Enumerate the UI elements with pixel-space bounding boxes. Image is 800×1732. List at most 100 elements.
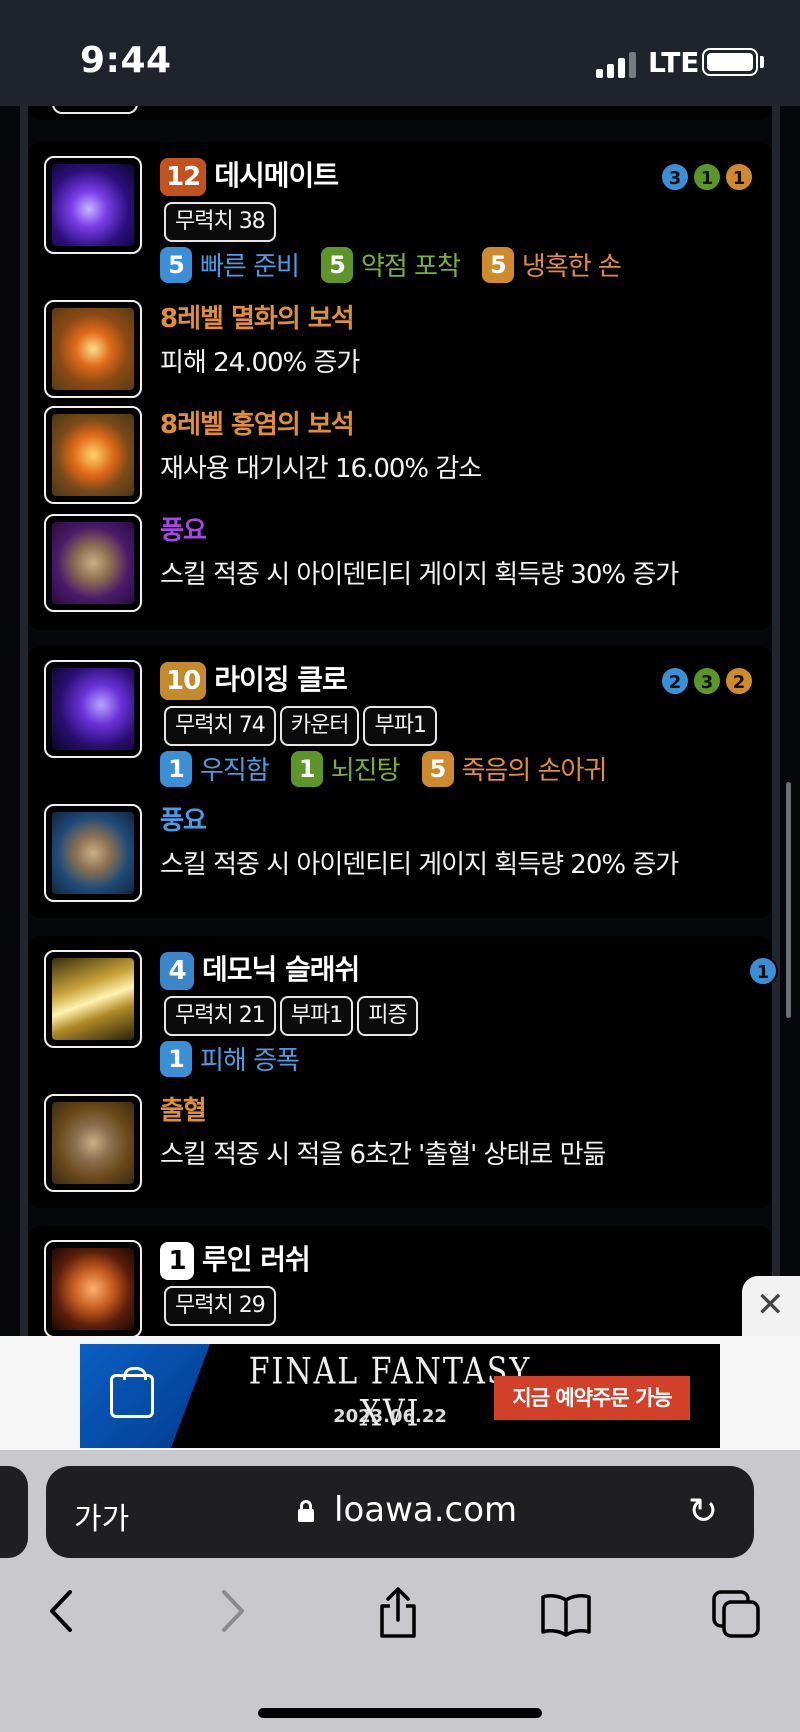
ad-preorder-button[interactable]: 지금 예약주문 가능	[494, 1376, 690, 1420]
tripod-name: 뇌진탕	[330, 756, 401, 786]
tag: 무력치 21	[164, 996, 276, 1036]
lock-icon	[298, 1500, 314, 1522]
tripod-level: 5	[320, 246, 353, 283]
shopping-bag-icon	[110, 1367, 154, 1418]
tripod: 5 냉혹한 손	[481, 246, 622, 283]
tripod: 5 약점 포착	[320, 246, 461, 283]
skill-card: 1 루인 러쉬 무력치 29	[28, 1226, 772, 1336]
ad-close-button[interactable]: ✕	[742, 1276, 800, 1336]
tripod-name: 약점 포착	[360, 252, 461, 282]
left-rail	[20, 106, 28, 1336]
tripod-level: 5	[160, 246, 192, 283]
skill-level-badge: 10	[160, 662, 207, 700]
skill-list[interactable]: 12 데시메이트 3 1 1 무력치 38 5 빠른 준비 5 약점 포착 5 냉혹한 …	[0, 106, 800, 1336]
skill-name: 라이징 클로	[214, 663, 348, 696]
gem-description: 재사용 대기시간 16.00% 감소	[160, 454, 482, 484]
tabs-button[interactable]	[712, 1590, 760, 1638]
ad-banner-area: FINAL FANTASY XVI 2023.06.22 지금 예약주문 가능	[0, 1336, 800, 1450]
tag: 무력치 29	[164, 1286, 276, 1326]
share-button[interactable]	[376, 1586, 420, 1640]
status-time: 9:44	[80, 40, 172, 81]
rising-claw-skill-icon[interactable]	[44, 660, 142, 758]
tripod-level-dot: 2	[660, 666, 690, 696]
tripod-level: 5	[481, 246, 514, 283]
chevron-right-icon	[222, 1590, 244, 1632]
demonic-slash-skill-icon[interactable]	[44, 950, 142, 1048]
tripod-level-dot: 1	[748, 956, 778, 986]
previous-skill-card	[28, 106, 772, 120]
forward-button[interactable]	[218, 1586, 248, 1640]
skill-tags: 무력치 21 부파1 피증	[164, 996, 418, 1036]
battery-icon	[702, 48, 758, 76]
ruin-rush-skill-icon[interactable]	[44, 1240, 142, 1336]
gem-description: 피해 24.00% 증가	[160, 348, 360, 378]
tripod-list: 1 우직함 1 뇌진탕 5 죽음의 손아귀	[160, 750, 628, 787]
tripod-level-dot: 3	[692, 666, 722, 696]
rune-icon[interactable]	[44, 804, 142, 902]
skill-level-badge: 4	[160, 952, 194, 990]
close-icon: ✕	[756, 1285, 785, 1325]
tag: 무력치 74	[164, 706, 276, 746]
rune-description: 스킬 적중 시 아이덴티티 게이지 획득량 20% 증가	[160, 850, 679, 880]
skill-tags: 무력치 74 카운터 부파1	[164, 706, 437, 746]
tripod-level-dot: 1	[724, 162, 754, 192]
bookmarks-button[interactable]	[540, 1592, 592, 1638]
skill-name: 데모닉 슬래쉬	[202, 953, 360, 986]
back-button[interactable]	[46, 1586, 76, 1640]
browser-toolbar: 가가 loawa.com ↻	[0, 1450, 800, 1732]
rune-name: 풍요	[160, 806, 207, 836]
book-icon	[541, 1594, 591, 1637]
gem-title: 8레벨 멸화의 보석	[160, 304, 355, 334]
skill-level-badge: 12	[160, 158, 207, 196]
tripod-level-dots: 1	[748, 956, 778, 986]
tripod-list: 1 피해 증폭	[160, 1040, 321, 1077]
previous-tab-edge[interactable]	[0, 1466, 28, 1558]
skill-title: 10 라이징 클로	[160, 658, 348, 700]
tripod-level: 1	[160, 750, 192, 787]
previous-skill-icon	[52, 106, 138, 114]
rune-icon[interactable]	[44, 1094, 142, 1192]
url-text[interactable]: loawa.com	[334, 1490, 517, 1530]
network-type: LTE	[648, 46, 700, 79]
tripod-list: 5 빠른 준비 5 약점 포착 5 냉혹한 손	[160, 246, 643, 283]
page-settings-button[interactable]: 가가	[74, 1494, 129, 1538]
rune-icon[interactable]	[44, 514, 142, 612]
annihilation-gem-icon[interactable]	[44, 300, 142, 398]
tag: 카운터	[279, 706, 360, 746]
tripod-name: 우직함	[200, 756, 270, 786]
tripod-level: 5	[421, 750, 454, 787]
right-rail	[772, 106, 780, 1336]
status-bar: 9:44 LTE	[0, 0, 800, 106]
home-indicator[interactable]	[258, 1708, 542, 1718]
tripod-level: 1	[160, 1040, 192, 1077]
tripod: 1 피해 증폭	[160, 1040, 300, 1077]
rune-name: 풍요	[160, 516, 207, 546]
tripod-level-dots: 3 1 1	[660, 162, 754, 192]
playstation-store-logo	[80, 1344, 210, 1448]
chevron-left-icon	[50, 1590, 72, 1632]
skill-card: 12 데시메이트 3 1 1 무력치 38 5 빠른 준비 5 약점 포착 5 냉혹한 …	[28, 142, 772, 630]
skill-title: 1 루인 러쉬	[160, 1238, 311, 1280]
tag: 부파1	[279, 996, 354, 1036]
tripod-name: 냉혹한 손	[521, 252, 622, 282]
rune-description: 스킬 적중 시 적을 6초간 '출혈' 상태로 만듦	[160, 1140, 606, 1170]
skill-tags: 무력치 38	[164, 202, 276, 242]
share-icon	[380, 1587, 416, 1638]
signal-icon	[596, 52, 638, 78]
rune-description: 스킬 적중 시 아이덴티티 게이지 획득량 30% 증가	[160, 560, 679, 590]
skill-name: 루인 러쉬	[202, 1243, 311, 1276]
tripod-name: 피해 증폭	[200, 1046, 300, 1076]
crimson-flame-gem-icon[interactable]	[44, 406, 142, 504]
skill-name: 데시메이트	[214, 159, 339, 192]
tripod-level-dot: 3	[660, 162, 690, 192]
tag: 부파1	[363, 706, 437, 746]
decimate-skill-icon[interactable]	[44, 156, 142, 254]
tripod: 5 죽음의 손아귀	[421, 750, 607, 787]
address-bar[interactable]: 가가 loawa.com ↻	[46, 1466, 754, 1558]
reload-icon[interactable]: ↻	[688, 1494, 718, 1530]
skill-card: 4 데모닉 슬래쉬 1 무력치 21 부파1 피증 1 피해 증폭 출혈 스킬 적중…	[28, 936, 778, 1208]
tag: 피증	[357, 996, 418, 1036]
tripod: 1 뇌진탕	[290, 750, 401, 787]
scrollbar[interactable]	[786, 782, 791, 1018]
ad-banner[interactable]: FINAL FANTASY XVI 2023.06.22 지금 예약주문 가능	[80, 1344, 720, 1448]
